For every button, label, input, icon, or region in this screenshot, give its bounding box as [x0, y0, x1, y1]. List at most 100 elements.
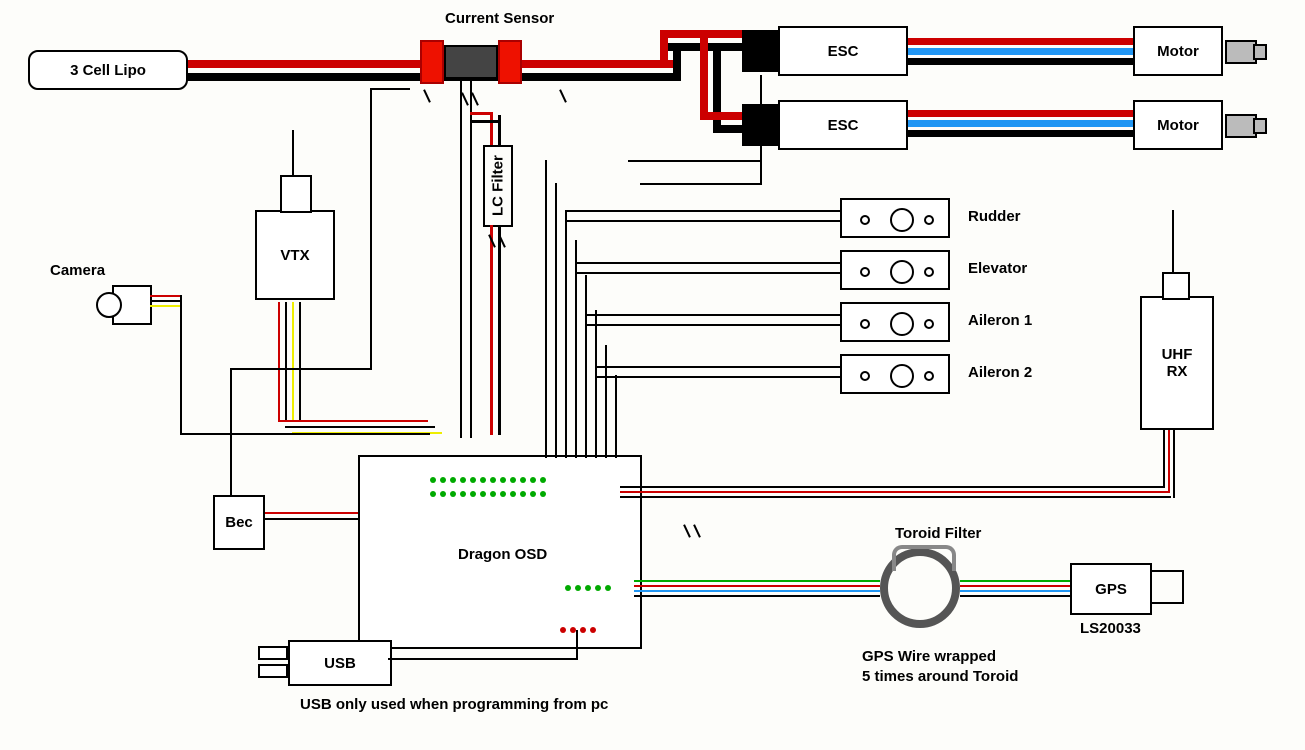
- vtx-antenna-base: [280, 175, 312, 213]
- cam-w-v: [180, 295, 182, 435]
- servo-h-elev: [575, 262, 840, 264]
- vtx-w2h: [285, 426, 435, 428]
- usb-plug-bot-icon: [258, 664, 288, 678]
- servo-h-elev-b: [575, 272, 840, 274]
- camera-lens-icon: [96, 292, 122, 318]
- cam-w-h: [180, 433, 430, 435]
- phase-c-1: [900, 58, 1135, 65]
- power-rail-red-v: [660, 30, 668, 68]
- servo-rudder-label: Rudder: [968, 208, 1021, 225]
- esc1-sig-h: [628, 160, 762, 162]
- gps-w2-g: [960, 580, 1070, 582]
- current-sensor-right: [498, 40, 522, 84]
- osd-gps-header: [565, 578, 635, 586]
- toroid-note-1: GPS Wire wrapped: [862, 648, 996, 665]
- bec-in-v2: [370, 90, 372, 370]
- vtx-w2: [285, 302, 287, 422]
- lipo-box: 3 Cell Lipo: [28, 50, 188, 90]
- usb-box: USB: [288, 640, 392, 686]
- vtx-w1: [278, 302, 280, 422]
- esc2-sig-h: [640, 183, 762, 185]
- bec-in-h: [230, 368, 370, 370]
- servo-h-ail1-b: [585, 324, 840, 326]
- cam-w-r: [150, 295, 180, 297]
- lipo-label: 3 Cell Lipo: [70, 62, 146, 79]
- motor-1-shaft-tip: [1253, 44, 1267, 60]
- servo-trunk-3: [565, 210, 567, 458]
- servo-h-ail2: [595, 366, 840, 368]
- tick-csense-2: [471, 92, 479, 106]
- gps-model-label: LS20033: [1080, 620, 1141, 637]
- servo-trunk-6: [595, 310, 597, 458]
- servo-aileron-1: [840, 302, 950, 342]
- bec-in-h2: [370, 88, 410, 90]
- servo-aileron-2: [840, 354, 950, 394]
- uhf-line1: UHF: [1162, 346, 1193, 363]
- servo-trunk-5: [585, 275, 587, 458]
- tick-osd-2: [693, 524, 701, 538]
- servo-trunk-8: [615, 375, 617, 458]
- uhf-antenna-base: [1162, 272, 1190, 300]
- servo-h-ail2-b: [595, 376, 840, 378]
- esc-2-shroud: [742, 104, 778, 146]
- servo-h-rud: [565, 210, 840, 212]
- servo-elevator: [840, 250, 950, 290]
- vtx-box: VTX: [255, 210, 335, 300]
- gps-w2-b: [960, 590, 1070, 592]
- current-sensor-label: Current Sensor: [445, 10, 554, 27]
- esc-1: ESC: [778, 26, 908, 76]
- esc2-sig-v: [760, 145, 762, 185]
- motor-1: Motor: [1133, 26, 1223, 76]
- gps-w2-r: [960, 585, 1070, 587]
- uhf-antenna: [1172, 210, 1174, 272]
- servo-trunk-7: [605, 345, 607, 458]
- gps-w-g: [634, 580, 880, 582]
- motor-2-shaft-tip: [1253, 118, 1267, 134]
- cam-w-b: [150, 300, 180, 302]
- uhf-line2: RX: [1167, 363, 1188, 380]
- bec-label: Bec: [225, 514, 253, 531]
- servo-aileron1-label: Aileron 1: [968, 312, 1032, 329]
- phase-b-1: [900, 48, 1135, 55]
- osd-uhf-b: [620, 496, 1171, 498]
- osd-uhf-h: [620, 486, 1165, 488]
- servo-h-rud-b: [565, 220, 840, 222]
- lc-filter-box: LC Filter: [483, 145, 513, 227]
- toroid-label: Toroid Filter: [895, 525, 981, 542]
- power-rail-red-v2: [700, 30, 708, 120]
- motor-1-label: Motor: [1157, 43, 1199, 60]
- dragon-osd-label: Dragon OSD: [458, 546, 547, 563]
- vtx-antenna: [292, 130, 294, 175]
- vtx-w1h: [278, 420, 428, 422]
- osd-uhf-v1: [1163, 426, 1165, 488]
- gps-w2-k: [960, 595, 1070, 597]
- bec-box: Bec: [213, 495, 265, 550]
- servo-trunk-1: [545, 160, 547, 458]
- tick-top-1: [423, 89, 431, 103]
- motor-2-label: Motor: [1157, 117, 1199, 134]
- power-rail-black-v: [673, 43, 681, 81]
- esc-1-label: ESC: [828, 43, 859, 60]
- servo-h-ail1: [585, 314, 840, 316]
- lc-in-bh: [470, 120, 501, 123]
- usb-label: USB: [324, 655, 356, 672]
- phase-b-2: [900, 120, 1135, 127]
- gps-label: GPS: [1095, 581, 1127, 598]
- osd-uhf-r: [620, 491, 1168, 493]
- esc-2-label: ESC: [828, 117, 859, 134]
- lc-out-r: [490, 225, 493, 435]
- servo-aileron2-label: Aileron 2: [968, 364, 1032, 381]
- osd-uhf-v2: [1168, 426, 1170, 493]
- current-sensor-left: [420, 40, 444, 84]
- tick-osd-1: [683, 524, 691, 538]
- gps-w-b: [634, 590, 880, 592]
- gps-w-r: [634, 585, 880, 587]
- osd-pin-row-2: [430, 484, 610, 492]
- tick-csense-1: [461, 92, 469, 106]
- osd-usb-header: [560, 620, 620, 628]
- camera-label: Camera: [50, 262, 105, 279]
- csense-sig-a: [460, 78, 462, 438]
- esc-2: ESC: [778, 100, 908, 150]
- servo-rudder: [840, 198, 950, 238]
- gps-box: GPS: [1070, 563, 1152, 615]
